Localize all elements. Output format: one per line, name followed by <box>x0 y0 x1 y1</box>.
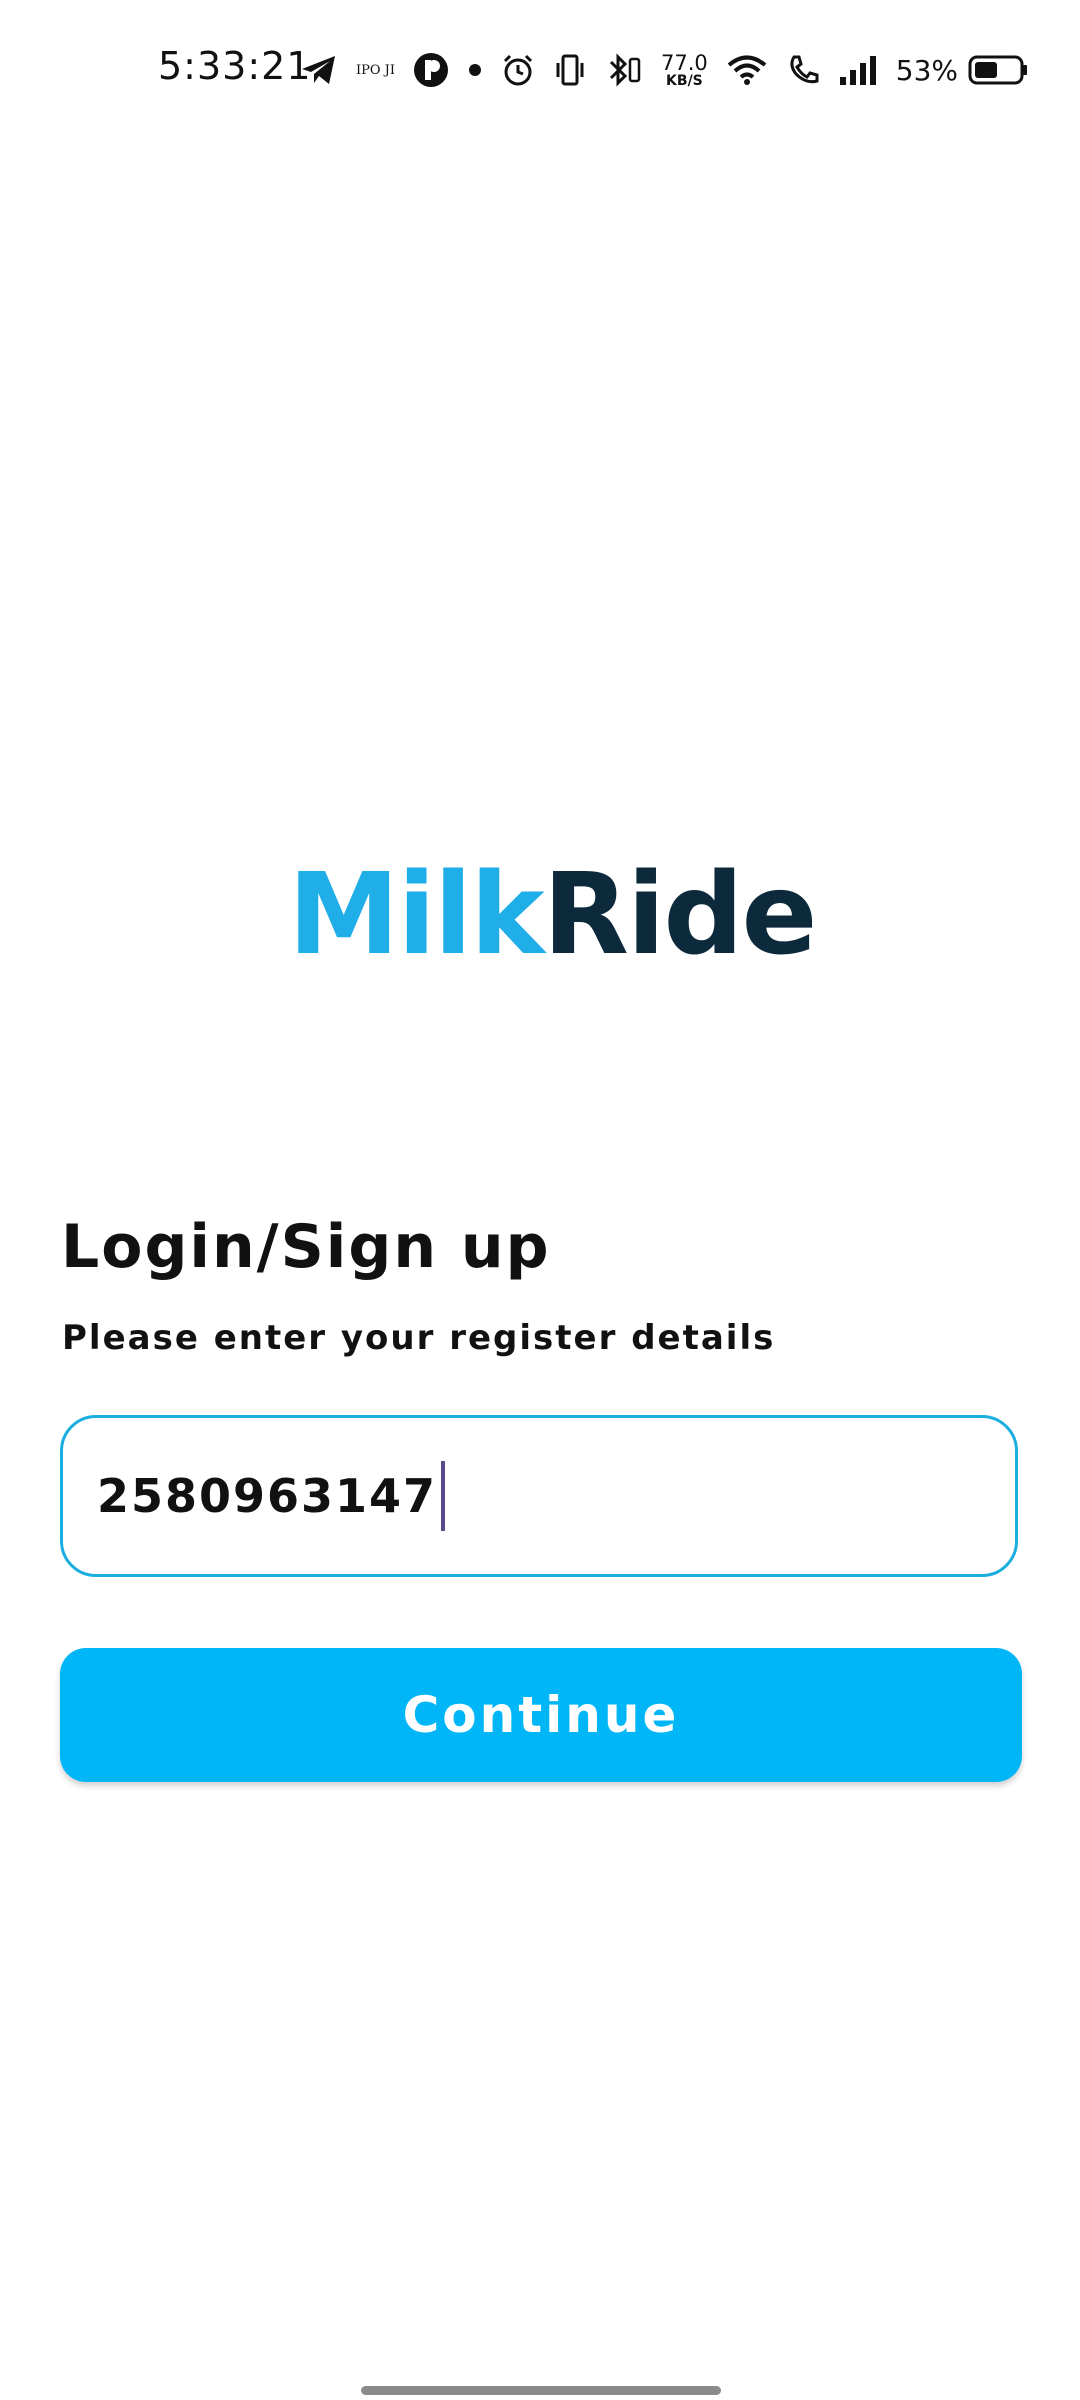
wifi-icon <box>726 53 768 87</box>
alarm-icon <box>501 53 535 87</box>
wifi-calling-icon <box>786 53 820 87</box>
battery-percent: 53% <box>895 53 959 87</box>
logo-milk: Milk <box>288 850 545 980</box>
continue-button-label: Continue <box>402 1686 680 1744</box>
network-speed-unit: KB/S <box>666 72 703 89</box>
page-subtitle: Please enter your register details <box>62 1318 776 1358</box>
signal-icon <box>838 53 878 87</box>
home-indicator[interactable] <box>361 2386 721 2395</box>
status-icons: IPO JI 77.0 KB/S 53% <box>300 40 1046 100</box>
ipo-icon: IPO JI <box>356 62 396 78</box>
text-cursor <box>441 1461 446 1531</box>
page-title: Login/Sign up <box>61 1212 551 1282</box>
app-icon <box>413 52 449 88</box>
dot-icon <box>467 62 483 78</box>
login-screen: 5:33:21 IPO JI 77.0 KB/S 53% MilkRide Lo… <box>0 0 1080 2400</box>
telegram-icon <box>300 53 338 87</box>
network-speed: 77.0 KB/S <box>661 50 708 89</box>
continue-button[interactable]: Continue <box>60 1648 1022 1782</box>
phone-input[interactable]: 2580963147 <box>60 1415 1018 1577</box>
bluetooth-icon <box>605 53 643 87</box>
milkride-logo: MilkRide <box>288 855 818 975</box>
logo-wordmark: MilkRide <box>288 855 817 975</box>
vibrate-icon <box>553 53 587 87</box>
battery-icon <box>968 54 1028 86</box>
status-time: 5:33:21 <box>158 44 312 88</box>
status-bar: 5:33:21 IPO JI 77.0 KB/S 53% <box>0 0 1080 140</box>
phone-input-value[interactable]: 2580963147 <box>97 1469 437 1523</box>
network-speed-value: 77.0 <box>661 50 708 75</box>
logo-ride: Ride <box>542 850 818 980</box>
